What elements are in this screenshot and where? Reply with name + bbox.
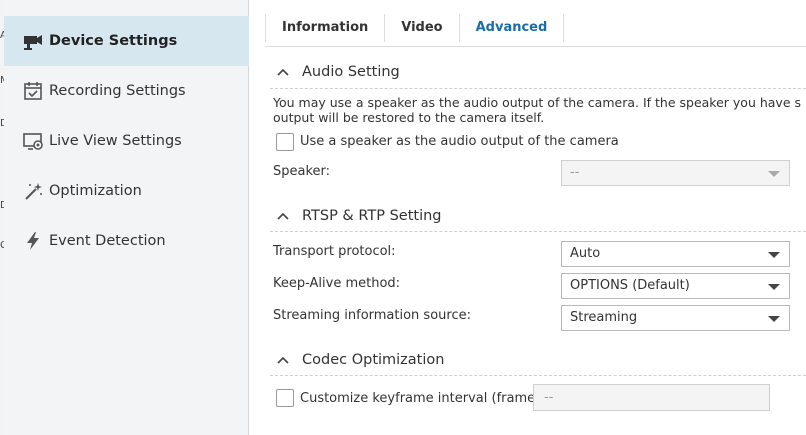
sidebar-item-label: Optimization: [49, 183, 142, 199]
audio-description: You may use a speaker as the audio outpu…: [273, 95, 806, 125]
chevron-up-icon: [277, 212, 289, 220]
sidebar-item-live-view-settings[interactable]: Live View Settings: [4, 116, 249, 166]
sidebar-item-label: Live View Settings: [49, 133, 182, 149]
section-divider: [270, 88, 806, 89]
keepalive-label: Keep-Alive method:: [273, 276, 401, 291]
tab-advanced[interactable]: Advanced: [460, 14, 565, 42]
sidebar-item-event-detection[interactable]: Event Detection: [4, 216, 249, 266]
section-divider: [270, 231, 806, 232]
speaker-value: --: [570, 165, 580, 180]
magic-wand-icon: [20, 179, 46, 203]
speaker-select[interactable]: --: [561, 160, 790, 186]
speaker-output-label: Use a speaker as the audio output of the…: [300, 134, 619, 149]
tab-bar: Information Video Advanced: [265, 14, 565, 42]
streaming-source-select[interactable]: Streaming: [561, 305, 790, 331]
description-line: output will be restored to the camera it…: [273, 110, 545, 125]
transport-value: Auto: [570, 246, 601, 261]
chevron-down-icon: [768, 284, 780, 290]
sidebar-item-recording-settings[interactable]: Recording Settings: [4, 66, 249, 116]
section-title: RTSP & RTP Setting: [302, 208, 442, 224]
tab-video[interactable]: Video: [385, 14, 460, 42]
settings-sidebar: Device Settings Recording Settings Live …: [4, 0, 249, 435]
sidebar-item-device-settings[interactable]: Device Settings: [4, 16, 249, 66]
keyframe-interval-checkbox[interactable]: [276, 389, 294, 407]
camera-icon: [20, 29, 46, 53]
sidebar-item-label: Device Settings: [49, 33, 178, 49]
keepalive-select[interactable]: OPTIONS (Default): [561, 273, 790, 299]
sidebar-item-optimization[interactable]: Optimization: [4, 166, 249, 216]
description-line: You may use a speaker as the audio outpu…: [273, 95, 801, 110]
rtsp-section-header[interactable]: RTSP & RTP Setting: [276, 208, 442, 224]
streaming-source-value: Streaming: [570, 310, 638, 325]
chevron-up-icon: [277, 68, 289, 76]
keyframe-interval-label: Customize keyframe interval (frame): [300, 391, 541, 406]
section-title: Codec Optimization: [302, 352, 445, 368]
keyframe-interval-input[interactable]: --: [533, 384, 770, 411]
transport-label: Transport protocol:: [273, 244, 396, 259]
streaming-source-label: Streaming information source:: [273, 308, 471, 323]
speaker-label: Speaker:: [273, 164, 331, 179]
sidebar-item-label: Event Detection: [49, 233, 166, 249]
chevron-down-icon: [768, 252, 780, 258]
keepalive-value: OPTIONS (Default): [570, 278, 690, 293]
tab-divider: [265, 46, 806, 47]
speaker-output-checkbox[interactable]: [276, 133, 294, 151]
transport-select[interactable]: Auto: [561, 241, 790, 267]
sidebar-item-label: Recording Settings: [49, 83, 186, 99]
section-divider: [270, 375, 806, 376]
chevron-down-icon: [768, 171, 780, 177]
section-title: Audio Setting: [302, 64, 400, 80]
audio-section-header[interactable]: Audio Setting: [276, 64, 400, 80]
tab-information[interactable]: Information: [265, 14, 386, 42]
chevron-up-icon: [277, 356, 289, 364]
lightning-icon: [20, 229, 46, 253]
codec-section-header[interactable]: Codec Optimization: [276, 352, 444, 368]
settings-panel: Information Video Advanced Audio Setting…: [250, 0, 806, 435]
chevron-down-icon: [768, 316, 780, 322]
monitor-camera-icon: [20, 129, 46, 153]
calendar-check-icon: [20, 79, 46, 103]
